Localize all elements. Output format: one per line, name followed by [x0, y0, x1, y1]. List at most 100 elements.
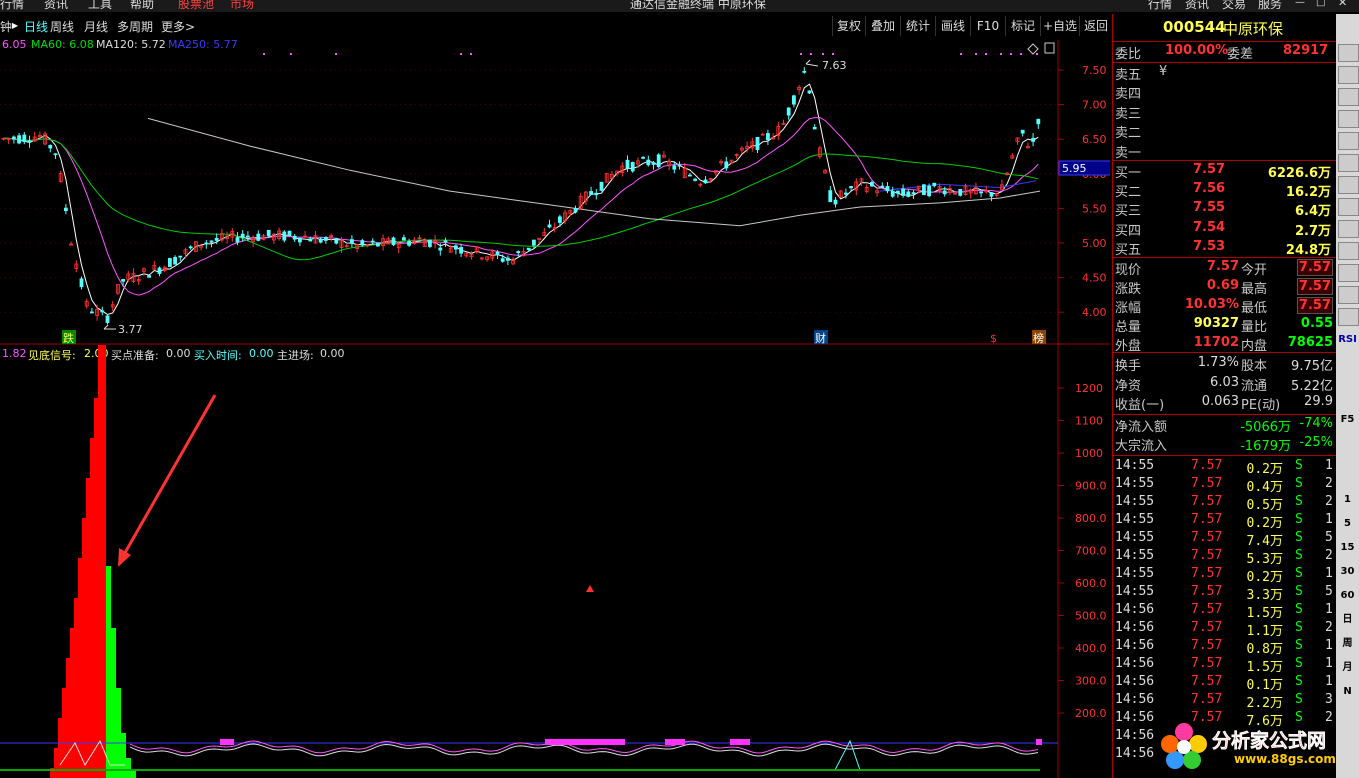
sell-row[interactable]: 卖五 ¥: [1115, 64, 1335, 83]
menu-item-news-right[interactable]: 资讯: [1185, 0, 1209, 12]
report-icon[interactable]: [1338, 176, 1359, 194]
grid-icon[interactable]: [1338, 44, 1359, 62]
fundamental-value: 0.063: [1201, 394, 1239, 409]
tab-multi-period[interactable]: 多周期: [117, 18, 153, 35]
right-toolbar: RSI F5 1 5 15 30 60 日周月 N: [1336, 14, 1359, 778]
bar-chart-icon[interactable]: [1338, 132, 1359, 150]
sell-row[interactable]: 卖三: [1115, 103, 1335, 122]
fundamental-row: 净资 6.03 流通 5.22亿: [1115, 375, 1335, 394]
buy-row[interactable]: 买五 7.53 24.8万: [1115, 239, 1335, 258]
buy-row[interactable]: 买四 7.54 2.7万: [1115, 220, 1335, 239]
tick-price: 7.57: [1191, 494, 1223, 509]
calc-icon[interactable]: [1338, 220, 1359, 238]
fundamental-label: 股本: [1241, 359, 1268, 374]
overlay-button[interactable]: 叠加: [865, 16, 900, 36]
toolbar-btn-5[interactable]: 30: [1338, 564, 1357, 580]
menu-item-quotes-right[interactable]: 行情: [1148, 0, 1172, 12]
tick-count: 1: [1325, 674, 1333, 689]
kline-chart[interactable]: 7.507.006.506.005.505.004.504.00 5.95 7.…: [0, 40, 1110, 345]
menu-item-market[interactable]: 市场: [230, 0, 254, 12]
fuquan-button[interactable]: 复权: [832, 16, 865, 36]
tick-side: S: [1295, 584, 1303, 599]
tick-row: 14:55 7.57 7.4万 S 5: [1115, 530, 1335, 549]
draw-button[interactable]: 画线: [935, 16, 970, 36]
toolbar-btn-7[interactable]: 日: [1338, 612, 1357, 628]
buy-row[interactable]: 买二 7.56 16.2万: [1115, 181, 1335, 200]
candle-body: [1031, 137, 1035, 142]
candle-body: [157, 267, 162, 274]
sell-row[interactable]: 卖一: [1115, 142, 1335, 161]
signal-bar-red: [94, 398, 98, 778]
candle-body: [11, 136, 16, 140]
toolbar-btn-8[interactable]: 周: [1338, 636, 1357, 652]
toolbar-btn-2[interactable]: 1: [1338, 492, 1357, 508]
ratio-icon[interactable]: [1338, 242, 1359, 260]
buy-volume: 6226.6万: [1267, 166, 1331, 181]
menu-item-trade[interactable]: 交易: [1222, 0, 1246, 12]
menu-item-news[interactable]: 资讯: [44, 0, 68, 12]
ma5-line: [3, 83, 1039, 316]
toolbar-btn-6[interactable]: 60: [1338, 588, 1357, 604]
indicator-axis-label: 1000: [1075, 447, 1103, 460]
buy-row[interactable]: 买三 7.55 6.4万: [1115, 200, 1335, 219]
tab-weekly[interactable]: 周线: [50, 18, 74, 35]
panel-toggle-icon[interactable]: [1044, 42, 1055, 54]
list-icon[interactable]: [1338, 66, 1359, 84]
toolbar-btn-0[interactable]: RSI: [1338, 332, 1357, 348]
f10-button[interactable]: F10: [970, 16, 1005, 36]
close-icon[interactable]: ✕: [1338, 0, 1347, 9]
event-dot: [1010, 53, 1012, 55]
toolbar-btn-10[interactable]: N: [1338, 684, 1357, 700]
clock-icon[interactable]: [1338, 264, 1359, 282]
back-button[interactable]: 返回: [1079, 16, 1112, 36]
candle-body: [927, 185, 931, 197]
sell-row[interactable]: 卖二: [1115, 122, 1335, 141]
candle-body: [688, 174, 692, 177]
tick-count: 2: [1325, 620, 1333, 635]
indicator-axis-label: 800.0: [1075, 512, 1107, 525]
signal-bar-red: [74, 598, 78, 778]
indicator-chart[interactable]: 1200 1100 1000 900.0 800.0 700.0 600.0 500.0 400…: [0, 345, 1110, 778]
minimize-icon[interactable]: —: [1295, 0, 1305, 8]
mark-button[interactable]: 标记: [1005, 16, 1040, 36]
stats-button[interactable]: 统计: [900, 16, 935, 36]
sell-label: 卖一: [1115, 145, 1142, 161]
chart-line-icon[interactable]: [1338, 110, 1359, 128]
candle-body: [318, 238, 323, 243]
candle-body: [427, 239, 432, 247]
menu-item-help[interactable]: 帮助: [130, 0, 154, 12]
tick-time: 14:56: [1115, 692, 1155, 707]
wave2-icon[interactable]: [1338, 308, 1359, 326]
toolbar-btn-4[interactable]: 15: [1338, 540, 1357, 556]
play-icon[interactable]: ▸: [12, 18, 18, 32]
tick-volume: 0.1万: [1246, 678, 1283, 693]
current-price-tag: 5.95: [1062, 162, 1087, 175]
tick-volume: 5.3万: [1246, 552, 1283, 567]
wave-icon[interactable]: [1338, 286, 1359, 304]
buy-row[interactable]: 买一 7.57 6226.6万: [1115, 162, 1335, 181]
candle-body: [292, 235, 297, 240]
kline-icon[interactable]: [1338, 154, 1359, 172]
signal-bar-green: [121, 733, 126, 778]
menu-item-tools[interactable]: 工具: [88, 0, 112, 12]
red-arrow-shaft: [120, 394, 217, 559]
menu-item-quotes[interactable]: 行情: [0, 0, 24, 12]
tab-monthly[interactable]: 月线: [84, 18, 108, 35]
add-watchlist-button[interactable]: +自选: [1040, 16, 1079, 36]
menu-item-stock-pool[interactable]: 股票池: [178, 0, 214, 12]
buy-volume: 24.8万: [1285, 242, 1331, 258]
menu-item-service[interactable]: 服务: [1258, 0, 1282, 12]
tab-more[interactable]: 更多>: [161, 18, 195, 35]
tick-count: 5: [1325, 530, 1333, 545]
doc-icon[interactable]: [1338, 198, 1359, 216]
table-icon[interactable]: [1338, 88, 1359, 106]
candle-body: [100, 310, 105, 313]
maximize-icon[interactable]: □: [1316, 0, 1325, 8]
toolbar-btn-1[interactable]: F5: [1338, 412, 1357, 428]
sell-row[interactable]: 卖四: [1115, 83, 1335, 102]
quote-panel: 000544 中原环保 委比 100.00% 委差 82917 卖五 ¥ 卖四 …: [1112, 14, 1336, 778]
diamond-icon[interactable]: [1027, 43, 1039, 55]
tab-daily[interactable]: 日线: [24, 18, 48, 35]
toolbar-btn-9[interactable]: 月: [1338, 660, 1357, 676]
toolbar-btn-3[interactable]: 5: [1338, 516, 1357, 532]
